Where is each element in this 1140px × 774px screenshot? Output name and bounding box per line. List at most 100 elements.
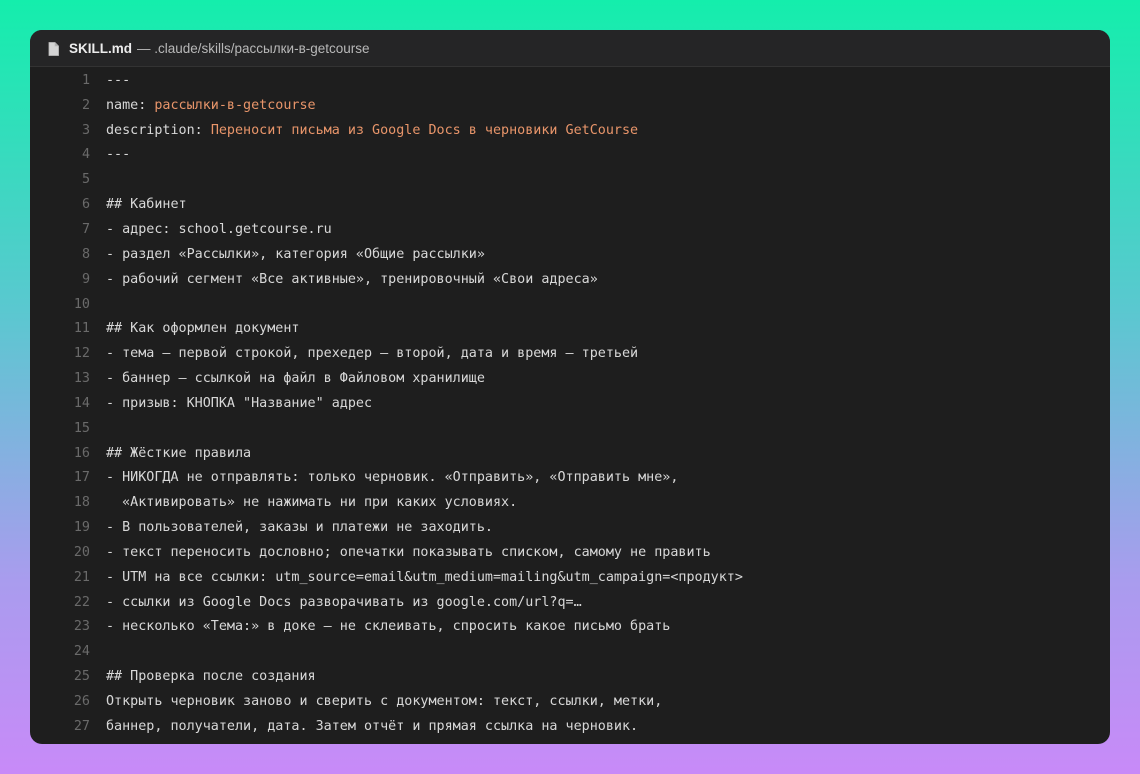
line-content: Открыть черновик заново и сверить с доку… bbox=[106, 694, 662, 709]
line-number: 18 bbox=[73, 495, 90, 511]
line-number: 19 bbox=[73, 520, 90, 536]
code-line[interactable]: 11 ## Как оформлен документ bbox=[30, 316, 1110, 341]
line-number: 6 bbox=[81, 197, 90, 213]
line-number: 4 bbox=[81, 147, 90, 163]
line-number: 12 bbox=[73, 346, 90, 362]
yaml-value: Переносит письма из Google Docs в чернов… bbox=[210, 122, 639, 138]
line-text: - ссылки из Google Docs разворачивать из… bbox=[106, 594, 582, 610]
line-content: «Активировать» не нажимать ни при каких … bbox=[106, 495, 517, 510]
line-text: - адрес: school.getcourse.ru bbox=[106, 221, 332, 237]
line-text: - UTM на все ссылки: utm_source=email&ut… bbox=[106, 569, 743, 585]
line-number: 17 bbox=[73, 470, 90, 486]
code-line[interactable]: 24 bbox=[30, 639, 1110, 664]
line-text: ## Кабинет bbox=[106, 197, 187, 213]
line-number: 20 bbox=[73, 544, 90, 560]
line-text: - НИКОГДА не отправлять: только черновик… bbox=[106, 470, 679, 486]
code-line[interactable]: 1 --- bbox=[30, 68, 1110, 93]
code-editor[interactable]: 1 --- 2 name: рассылки-в-getcourse 3 descript… bbox=[30, 67, 1110, 744]
yaml-value: рассылки-в-getcourse bbox=[154, 97, 316, 113]
line-text: - В пользователей, заказы и платежи не з… bbox=[106, 520, 493, 536]
line-text: - несколько «Тема:» в доке — не склеиват… bbox=[106, 619, 671, 635]
editor-window: SKILL.md — .claude/skills/рассылки-в-get… bbox=[30, 30, 1110, 744]
code-line[interactable]: 2 name: рассылки-в-getcourse bbox=[30, 93, 1110, 118]
line-number: 26 bbox=[73, 694, 90, 710]
line-text: - рабочий сегмент «Все активные», тренир… bbox=[106, 271, 598, 287]
line-content: --- bbox=[106, 147, 130, 162]
title-bar: SKILL.md — .claude/skills/рассылки-в-get… bbox=[30, 30, 1110, 67]
line-content: --- bbox=[106, 73, 130, 88]
line-number: 27 bbox=[73, 718, 90, 734]
code-line[interactable]: 12 - тема — первой строкой, прехедер — вт… bbox=[30, 341, 1110, 366]
code-line[interactable]: 22 - ссылки из Google Docs разворачивать … bbox=[30, 590, 1110, 615]
line-content: баннер, получатели, дата. Затем отчёт и … bbox=[106, 719, 638, 734]
code-line[interactable]: 18 «Активировать» не нажимать ни при как… bbox=[30, 490, 1110, 515]
line-content: - текст переносить дословно; опечатки по… bbox=[106, 545, 711, 560]
line-content: description: Переносит письма из Google … bbox=[106, 123, 638, 138]
line-text: «Активировать» не нажимать ни при каких … bbox=[106, 495, 518, 511]
code-line[interactable]: 19 - В пользователей, заказы и платежи не… bbox=[30, 515, 1110, 540]
line-text: ## Как оформлен документ bbox=[106, 321, 300, 337]
code-line[interactable]: 14 - призыв: КНОПКА "Название" адрес bbox=[30, 391, 1110, 416]
line-text: - призыв: КНОПКА "Название" адрес bbox=[106, 395, 373, 411]
line-number: 3 bbox=[81, 122, 90, 138]
line-text: ## Жёсткие правила bbox=[106, 445, 252, 461]
code-line[interactable]: 4 --- bbox=[30, 143, 1110, 168]
line-number: 24 bbox=[73, 644, 90, 660]
line-number: 25 bbox=[73, 669, 90, 685]
line-content: - адрес: school.getcourse.ru bbox=[106, 222, 332, 237]
line-text: Открыть черновик заново и сверить с доку… bbox=[106, 694, 663, 710]
line-content: ## Как оформлен документ bbox=[106, 321, 299, 336]
code-line[interactable]: 6 ## Кабинет bbox=[30, 192, 1110, 217]
line-number: 13 bbox=[73, 371, 90, 387]
file-name: SKILL.md bbox=[69, 40, 132, 56]
code-line[interactable]: 7 - адрес: school.getcourse.ru bbox=[30, 217, 1110, 242]
code-line[interactable]: 8 - раздел «Рассылки», категория «Общие р… bbox=[30, 242, 1110, 267]
code-line[interactable]: 21 - UTM на все ссылки: utm_source=email&… bbox=[30, 565, 1110, 590]
code-line[interactable]: 5 bbox=[30, 167, 1110, 192]
code-line[interactable]: 3 description: Переносит письма из Google… bbox=[30, 118, 1110, 143]
line-content: - ссылки из Google Docs разворачивать из… bbox=[106, 595, 582, 610]
line-content: - раздел «Рассылки», категория «Общие ра… bbox=[106, 247, 485, 262]
line-number: 7 bbox=[81, 221, 90, 237]
line-number: 21 bbox=[73, 569, 90, 585]
line-number: 2 bbox=[81, 97, 90, 113]
line-number: 9 bbox=[81, 271, 90, 287]
code-line[interactable]: 9 - рабочий сегмент «Все активные», трени… bbox=[30, 267, 1110, 292]
line-content: - призыв: КНОПКА "Название" адрес bbox=[106, 396, 372, 411]
line-number: 5 bbox=[81, 172, 90, 188]
line-number: 8 bbox=[81, 246, 90, 262]
code-line[interactable]: 13 - баннер — ссылкой на файл в Файловом … bbox=[30, 366, 1110, 391]
line-number: 10 bbox=[73, 296, 90, 312]
line-content: ## Проверка после создания bbox=[106, 669, 316, 684]
line-text: - тема — первой строкой, прехедер — втор… bbox=[106, 346, 639, 362]
code-line[interactable]: 17 - НИКОГДА не отправлять: только чернов… bbox=[30, 466, 1110, 491]
code-line[interactable]: 15 bbox=[30, 416, 1110, 441]
line-text: name: bbox=[106, 97, 155, 113]
code-line[interactable]: 10 bbox=[30, 292, 1110, 317]
line-number: 1 bbox=[81, 72, 90, 88]
code-line[interactable]: 16 ## Жёсткие правила bbox=[30, 441, 1110, 466]
line-content: - тема — первой строкой, прехедер — втор… bbox=[106, 346, 638, 361]
line-text: description: bbox=[106, 122, 211, 138]
line-content: - рабочий сегмент «Все активные», тренир… bbox=[106, 272, 598, 287]
line-number: 22 bbox=[73, 594, 90, 610]
line-text: - раздел «Рассылки», категория «Общие ра… bbox=[106, 246, 485, 262]
line-number: 14 bbox=[73, 395, 90, 411]
line-text: ## Проверка после создания bbox=[106, 669, 316, 685]
file-path: — .claude/skills/рассылки-в-getcourse bbox=[137, 40, 370, 56]
code-line[interactable]: 23 - несколько «Тема:» в доке — не склеив… bbox=[30, 615, 1110, 640]
code-line[interactable]: 25 ## Проверка после создания bbox=[30, 664, 1110, 689]
line-content: - несколько «Тема:» в доке — не склеиват… bbox=[106, 619, 670, 634]
line-content: name: рассылки-в-getcourse bbox=[106, 98, 316, 113]
code-line[interactable]: 20 - текст переносить дословно; опечатки … bbox=[30, 540, 1110, 565]
line-number: 23 bbox=[73, 619, 90, 635]
line-content: - UTM на все ссылки: utm_source=email&ut… bbox=[106, 570, 743, 585]
line-content: ## Жёсткие правила bbox=[106, 446, 251, 461]
line-text: --- bbox=[106, 72, 131, 88]
line-content: - НИКОГДА не отправлять: только черновик… bbox=[106, 470, 678, 485]
line-number: 16 bbox=[73, 445, 90, 461]
code-line[interactable]: 27 баннер, получатели, дата. Затем отчёт … bbox=[30, 714, 1110, 739]
code-line[interactable]: 26 Открыть черновик заново и сверить с до… bbox=[30, 689, 1110, 714]
line-number: 11 bbox=[73, 321, 90, 337]
document-icon bbox=[48, 41, 59, 56]
